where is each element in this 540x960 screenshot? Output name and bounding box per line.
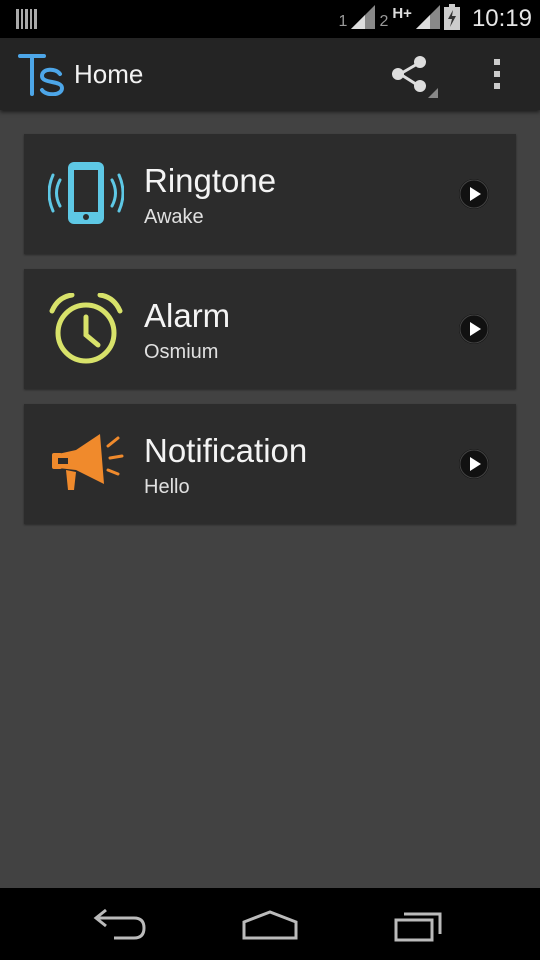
notification-barcode-icon [16, 9, 38, 34]
home-icon [242, 910, 298, 940]
recents-button[interactable] [384, 904, 456, 944]
back-button[interactable] [84, 904, 156, 944]
megaphone-icon [48, 428, 124, 500]
page-title: Home [74, 59, 144, 89]
action-bar: Home [0, 38, 540, 110]
overflow-menu-icon [494, 59, 500, 89]
notification-subtitle: Hello [144, 476, 190, 498]
sim2-label: 2 [379, 13, 389, 30]
ringtone-play-button[interactable] [458, 178, 490, 210]
back-icon [93, 908, 146, 940]
alarm-clock-icon [48, 292, 124, 365]
sim1-label: 1 [338, 13, 348, 30]
signal-sim1-icon [351, 4, 376, 34]
ringtone-subtitle: Awake [144, 206, 204, 228]
home-button[interactable] [234, 904, 306, 944]
play-icon [459, 179, 489, 209]
alarm-title: Alarm [144, 297, 231, 334]
alarm-card[interactable]: Alarm Osmium [24, 269, 516, 389]
battery-charging-icon [443, 3, 460, 35]
play-icon [459, 449, 489, 479]
ringtone-title: Ringtone [144, 162, 277, 199]
play-icon [459, 314, 489, 344]
notification-card[interactable]: Notification Hello [24, 404, 516, 524]
status-time: 10:19 [471, 5, 532, 32]
share-icon [392, 56, 438, 98]
overflow-menu-button[interactable] [478, 48, 518, 100]
ringtone-card[interactable]: Ringtone Awake [24, 134, 516, 254]
share-button[interactable] [384, 48, 440, 100]
notification-play-button[interactable] [458, 448, 490, 480]
navigation-bar [0, 888, 540, 960]
network-type: H+ [392, 4, 412, 22]
signal-sim2-icon [415, 4, 440, 34]
alarm-subtitle: Osmium [144, 341, 219, 363]
status-bar: 1 2 H+ 10:19 [0, 0, 540, 38]
recents-icon [394, 912, 442, 942]
vibrating-phone-icon [47, 158, 125, 230]
notification-title: Notification [144, 432, 308, 469]
alarm-play-button[interactable] [458, 313, 490, 345]
ts-logo-icon[interactable] [18, 52, 66, 101]
